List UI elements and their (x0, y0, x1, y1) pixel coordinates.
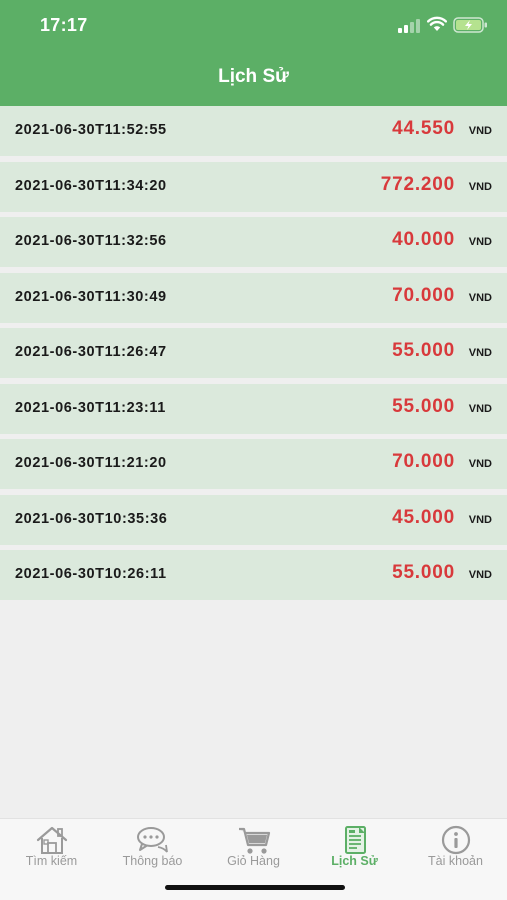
history-row[interactable]: 2021-06-30T10:26:11 55.000 VND (0, 550, 507, 600)
chat-bubbles-icon (137, 827, 168, 853)
currency-unit: VND (468, 125, 492, 137)
history-row[interactable]: 2021-06-30T11:32:56 40.000 VND (0, 217, 507, 267)
receipt-icon (345, 826, 366, 854)
history-datetime: 2021-06-30T11:21:20 (15, 455, 167, 471)
home-icon (36, 826, 68, 854)
history-amount: 55.000 (392, 395, 455, 417)
tab-account[interactable]: Tài khoản (405, 819, 506, 879)
currency-unit: VND (468, 402, 492, 415)
cellular-signal-icon (398, 19, 420, 33)
history-datetime: 2021-06-30T11:26:47 (15, 344, 167, 360)
history-datetime: 2021-06-30T11:23:11 (15, 399, 166, 416)
currency-unit: VND (468, 458, 492, 470)
tab-history[interactable]: Lịch Sử (304, 819, 405, 879)
tab-label: Tìm kiếm (25, 854, 78, 868)
info-icon (441, 825, 471, 855)
tab-cart[interactable]: Giỏ Hàng (203, 819, 304, 879)
tab-notifications[interactable]: Thông báo (102, 819, 203, 879)
history-row[interactable]: 2021-06-30T11:52:55 44.550 VND (0, 106, 507, 156)
history-row[interactable]: 2021-06-30T10:35:36 45.000 VND (0, 494, 507, 545)
history-row[interactable]: 2021-06-30T11:23:11 55.000 VND (0, 383, 507, 434)
tab-label: Giỏ Hàng (227, 854, 280, 868)
currency-unit: VND (468, 291, 492, 304)
battery-charging-icon (453, 17, 487, 33)
history-amount: 772.200 (380, 173, 455, 195)
history-amount: 45.000 (392, 506, 455, 528)
app-header: 17:17 Lịch Sử (0, 0, 507, 106)
history-row[interactable]: 2021-06-30T11:30:49 70.000 VND (0, 272, 507, 323)
currency-unit: VND (468, 347, 492, 359)
page-title: Lịch Sử (218, 66, 289, 87)
history-amount: 55.000 (392, 340, 455, 361)
tab-search[interactable]: Tìm kiếm (1, 819, 102, 879)
status-time: 17:17 (40, 15, 88, 35)
wifi-icon (427, 16, 447, 31)
history-amount: 40.000 (392, 229, 455, 250)
history-row[interactable]: 2021-06-30T11:34:20 772.200 VND (0, 161, 507, 212)
history-datetime: 2021-06-30T11:34:20 (15, 177, 167, 194)
currency-unit: VND (468, 236, 492, 248)
tab-label: Thông báo (122, 854, 183, 868)
tab-label: Lịch Sử (331, 854, 378, 868)
history-datetime: 2021-06-30T10:26:11 (15, 566, 167, 582)
history-row[interactable]: 2021-06-30T11:21:20 70.000 VND (0, 439, 507, 489)
home-indicator[interactable] (165, 885, 345, 890)
currency-unit: VND (468, 569, 492, 581)
history-list: 2021-06-30T11:52:55 44.550 VND 2021-06-3… (0, 106, 507, 606)
history-datetime: 2021-06-30T11:52:55 (15, 122, 167, 138)
currency-unit: VND (468, 180, 492, 193)
cart-icon (239, 827, 271, 854)
history-datetime: 2021-06-30T11:32:56 (15, 233, 167, 249)
history-datetime: 2021-06-30T11:30:49 (15, 288, 167, 305)
history-amount: 55.000 (392, 562, 455, 583)
currency-unit: VND (468, 513, 492, 526)
status-bar: 17:17 (0, 0, 507, 50)
history-amount: 70.000 (392, 284, 455, 306)
tab-label: Tài khoản (428, 854, 483, 868)
history-row[interactable]: 2021-06-30T11:26:47 55.000 VND (0, 328, 507, 378)
history-amount: 70.000 (392, 451, 455, 472)
history-amount: 44.550 (392, 118, 455, 139)
history-datetime: 2021-06-30T10:35:36 (15, 510, 168, 527)
